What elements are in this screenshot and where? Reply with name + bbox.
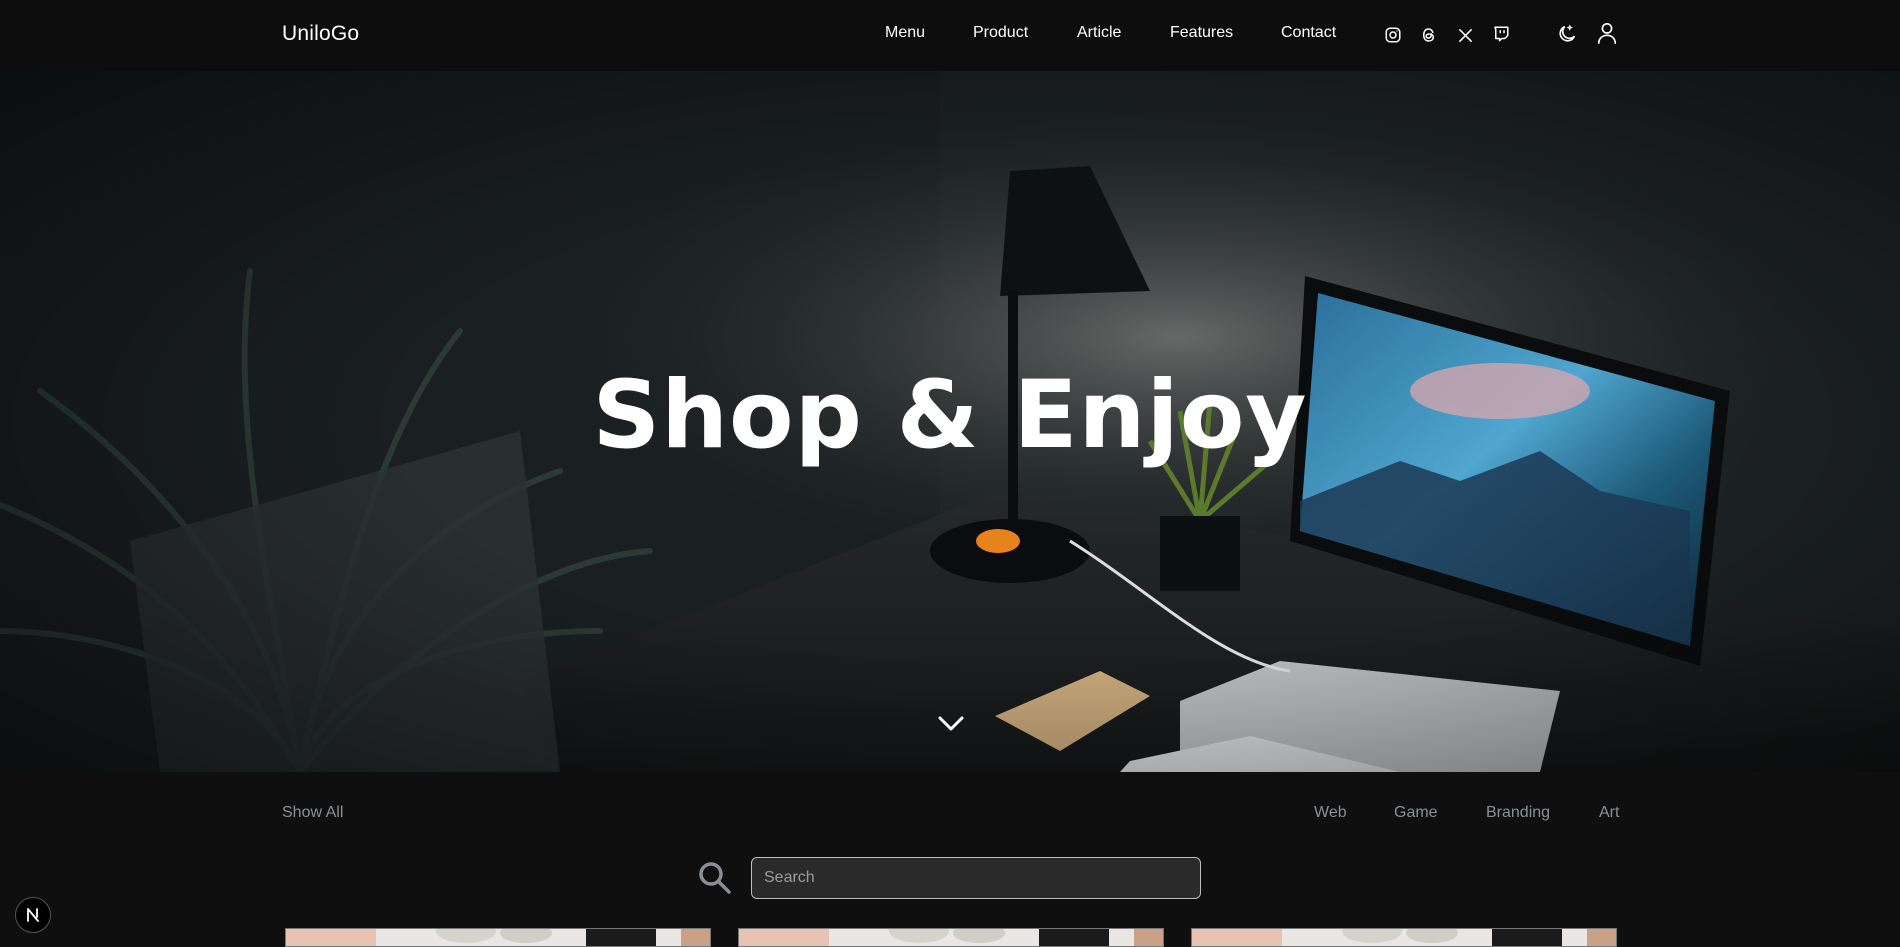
user-icon[interactable] <box>1595 21 1619 45</box>
x-icon[interactable] <box>1453 23 1477 47</box>
product-card-image[interactable] <box>1191 928 1617 947</box>
search-input[interactable] <box>751 857 1201 899</box>
filter-art[interactable]: Art <box>1599 804 1619 822</box>
nav-product[interactable]: Product <box>973 24 1028 42</box>
filter-branding[interactable]: Branding <box>1486 804 1550 822</box>
nav-contact[interactable]: Contact <box>1281 24 1336 42</box>
hero-title: Shop & Enjoy <box>592 361 1308 470</box>
nav-features[interactable]: Features <box>1170 24 1233 42</box>
nav-article[interactable]: Article <box>1077 24 1121 42</box>
nav-menu[interactable]: Menu <box>885 24 925 42</box>
nextjs-badge[interactable] <box>15 897 51 933</box>
category-filter-bar: Show All Web Game Branding Art <box>0 772 1900 832</box>
filter-show-all[interactable]: Show All <box>282 804 343 822</box>
nextjs-logo-icon <box>27 908 39 922</box>
product-card-image[interactable] <box>738 928 1164 947</box>
filter-web[interactable]: Web <box>1314 804 1347 822</box>
instagram-icon[interactable] <box>1381 23 1405 47</box>
page: UniloGo Menu Product Article Features Co… <box>0 0 1900 947</box>
top-navbar: UniloGo Menu Product Article Features Co… <box>0 0 1900 71</box>
hero-banner: Shop & Enjoy <box>0 71 1900 772</box>
product-card-image[interactable] <box>285 928 711 947</box>
moon-icon[interactable] <box>1555 22 1579 46</box>
search-icon <box>697 860 733 896</box>
twitch-icon[interactable] <box>1489 22 1513 46</box>
threads-icon[interactable] <box>1417 23 1441 47</box>
filter-game[interactable]: Game <box>1394 804 1438 822</box>
chevron-down-icon[interactable] <box>938 716 964 732</box>
